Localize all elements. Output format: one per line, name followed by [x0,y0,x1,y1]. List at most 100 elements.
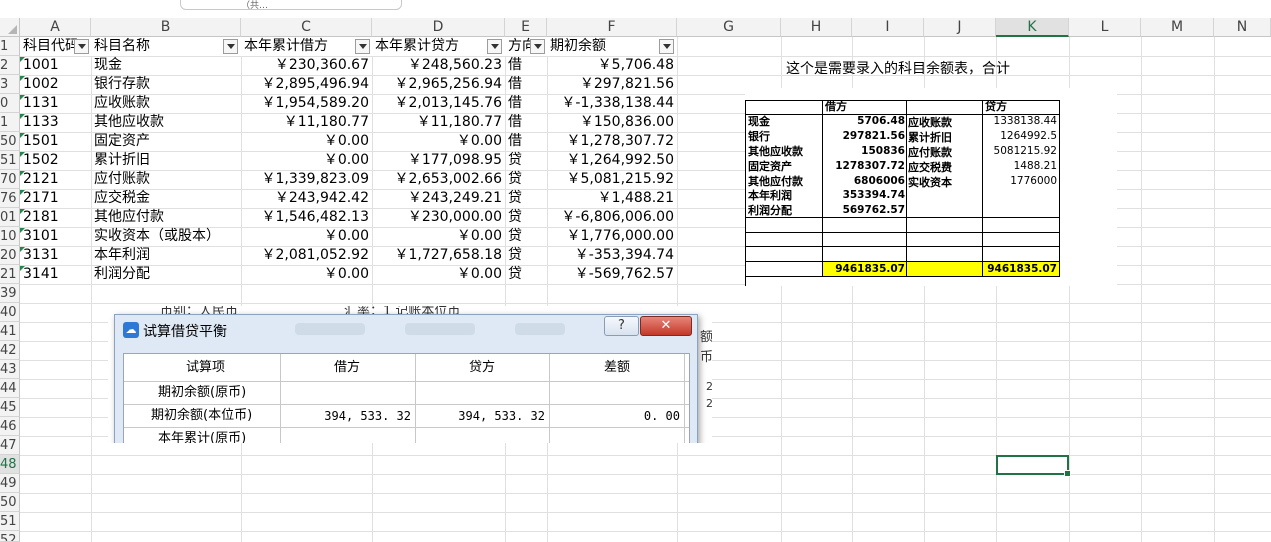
cell-account-code[interactable]: 3131 [20,246,91,265]
cell-opening-balance[interactable]: ￥1,278,307.72 [547,132,677,151]
cell-account-name[interactable]: 应交税金 [91,189,241,208]
cell-opening-balance[interactable]: ￥5,081,215.92 [547,170,677,189]
cell-ytd-credit[interactable]: ￥243,249.21 [372,189,505,208]
cell-account-name[interactable]: 应收账款 [91,94,241,113]
cell-ytd-credit[interactable]: ￥1,727,658.18 [372,246,505,265]
header-cell-account-name[interactable]: 科目名称 [91,37,241,56]
header-cell-ytd-debit[interactable]: 本年累计借方 [241,37,372,56]
cell-ytd-debit[interactable]: ￥0.00 [241,151,372,170]
document-tab[interactable]: （共… [180,0,402,11]
cell-ytd-credit[interactable]: ￥230,000.00 [372,208,505,227]
cell-ytd-credit[interactable]: ￥177,098.95 [372,151,505,170]
column-header-a[interactable]: A [20,18,91,37]
column-header-d[interactable]: D [372,18,505,37]
column-header-l[interactable]: L [1069,18,1141,37]
cell-ytd-debit[interactable]: ￥243,942.42 [241,189,372,208]
column-header-i[interactable]: I [852,18,924,37]
cell-opening-balance[interactable]: ￥-1,338,138.44 [547,94,677,113]
cell-ytd-credit[interactable]: ￥2,653,002.66 [372,170,505,189]
row-header[interactable]: 51 [0,512,20,531]
cell-direction[interactable]: 贷 [505,170,547,189]
cell-direction[interactable]: 贷 [505,189,547,208]
row-header[interactable]: 20 [0,246,20,265]
cell-account-code[interactable]: 3141 [20,265,91,284]
row-header[interactable]: 0 [0,94,20,113]
cell-ytd-debit[interactable]: ￥230,360.67 [241,56,372,75]
row-header[interactable]: 44 [0,379,20,398]
cell-ytd-debit[interactable]: ￥11,180.77 [241,113,372,132]
cell-direction[interactable]: 贷 [505,246,547,265]
row-header[interactable]: 70 [0,170,20,189]
filter-dropdown-icon[interactable] [530,39,545,54]
column-header-m[interactable]: M [1141,18,1214,37]
cell-direction[interactable]: 借 [505,132,547,151]
close-button[interactable]: ✕ [640,316,692,336]
column-header-n[interactable]: N [1214,18,1271,37]
column-header-b[interactable]: B [91,18,241,37]
row-header[interactable]: 21 [0,265,20,284]
cell-account-name[interactable]: 现金 [91,56,241,75]
row-header[interactable]: 1 [0,37,20,56]
cell-ytd-debit[interactable]: ￥1,546,482.13 [241,208,372,227]
row-header[interactable]: 76 [0,189,20,208]
row-header[interactable]: 51 [0,151,20,170]
cell-direction[interactable]: 借 [505,94,547,113]
row-header[interactable]: 3 [0,75,20,94]
row-header[interactable]: 50 [0,132,20,151]
cell-ytd-debit[interactable]: ￥1,339,823.09 [241,170,372,189]
cell-account-name[interactable]: 实收资本（或股本） [91,227,241,246]
cell-opening-balance[interactable]: ￥150,836.00 [547,113,677,132]
active-cell-selection[interactable] [996,455,1071,477]
column-header-e[interactable]: E [505,18,547,37]
cell-account-code[interactable]: 2171 [20,189,91,208]
cell-account-name[interactable]: 应付账款 [91,170,241,189]
cell-account-name[interactable]: 利润分配 [91,265,241,284]
cell-account-name[interactable]: 其他应收款 [91,113,241,132]
cell-ytd-credit[interactable]: ￥248,560.23 [372,56,505,75]
cell-account-code[interactable]: 3101 [20,227,91,246]
row-header[interactable]: 10 [0,227,20,246]
row-header[interactable]: 49 [0,474,20,493]
cell-direction[interactable]: 借 [505,75,547,94]
cell-direction[interactable]: 贷 [505,208,547,227]
row-header[interactable]: 43 [0,360,20,379]
row-header[interactable]: 41 [0,322,20,341]
cell-ytd-credit[interactable]: ￥2,965,256.94 [372,75,505,94]
cell-ytd-credit[interactable]: ￥0.00 [372,265,505,284]
cell-account-code[interactable]: 2121 [20,170,91,189]
column-header-h[interactable]: H [781,18,852,37]
cell-direction[interactable]: 贷 [505,265,547,284]
dialog-screenshot-image[interactable]: 币别：人民币 汇率：1 记账本位币 额 币 2 2 ☁ 试算借贷平衡 ? ✕ 试… [108,306,712,443]
cell-ytd-debit[interactable]: ￥0.00 [241,227,372,246]
cell-direction[interactable]: 借 [505,56,547,75]
cell-ytd-debit[interactable]: ￥0.00 [241,265,372,284]
cell-direction[interactable]: 贷 [505,151,547,170]
column-header-f[interactable]: F [547,18,677,37]
cell-account-name[interactable]: 其他应付款 [91,208,241,227]
help-button[interactable]: ? [604,316,639,336]
filter-dropdown-icon[interactable] [659,39,674,54]
row-header[interactable]: 1 [0,113,20,132]
cell-ytd-debit[interactable]: ￥2,081,052.92 [241,246,372,265]
select-all-corner[interactable] [0,18,20,37]
header-cell-ytd-credit[interactable]: 本年累计贷方 [372,37,505,56]
row-header[interactable]: 45 [0,398,20,417]
row-header[interactable]: 52 [0,531,20,542]
note-text[interactable]: 这个是需要录入的科目余额表，合计 [786,58,1010,78]
cell-opening-balance[interactable]: ￥-569,762.57 [547,265,677,284]
row-header[interactable]: 47 [0,436,20,455]
filter-dropdown-icon[interactable] [355,39,370,54]
cell-opening-balance[interactable]: ￥297,821.56 [547,75,677,94]
cell-account-code[interactable]: 1001 [20,56,91,75]
cell-direction[interactable]: 贷 [505,227,547,246]
cell-account-name[interactable]: 本年利润 [91,246,241,265]
cell-opening-balance[interactable]: ￥1,776,000.00 [547,227,677,246]
cell-account-name[interactable]: 银行存款 [91,75,241,94]
cell-account-name[interactable]: 累计折旧 [91,151,241,170]
column-header-c[interactable]: C [241,18,372,37]
cell-ytd-credit[interactable]: ￥2,013,145.76 [372,94,505,113]
row-header[interactable]: 46 [0,417,20,436]
cell-account-code[interactable]: 1131 [20,94,91,113]
cell-account-code[interactable]: 1133 [20,113,91,132]
balance-summary-image[interactable]: 借方 贷方 现金 5706.48 银行 297821.56 其他应收款 1508… [745,88,1117,286]
